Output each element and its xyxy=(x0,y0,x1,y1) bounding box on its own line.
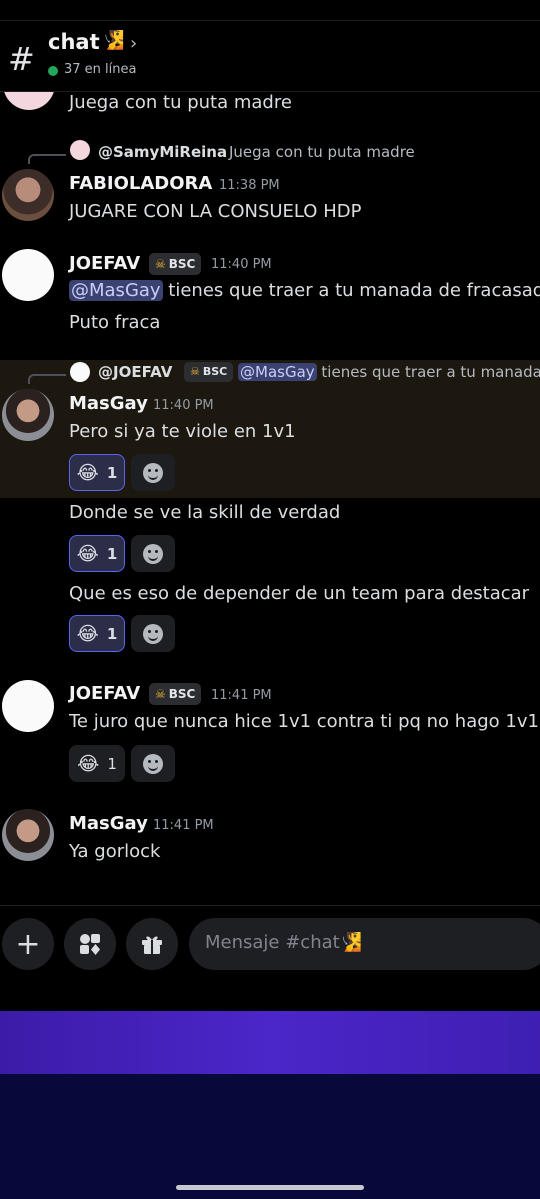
message-text: Ya gorlock xyxy=(69,841,161,862)
smile-icon xyxy=(143,462,163,483)
apps-button[interactable] xyxy=(64,918,116,970)
add-reaction-button[interactable] xyxy=(131,454,175,491)
message-author[interactable]: JOEFAV xyxy=(69,253,140,274)
reply-preview[interactable]: Juega con tu puta madre xyxy=(229,143,415,161)
reply-avatar xyxy=(70,362,90,382)
smile-icon xyxy=(143,623,163,644)
message-author[interactable]: JOEFAV xyxy=(69,683,140,704)
reaction-laugh[interactable]: 😂 1 xyxy=(69,745,125,782)
online-count: 37 en línea xyxy=(64,62,137,77)
reply-preview[interactable]: @MasGay tienes que traer a tu manada xyxy=(238,363,540,381)
status-divider xyxy=(0,20,540,21)
reply-connector xyxy=(28,154,66,164)
reply-avatar xyxy=(70,140,90,160)
message-list[interactable]: Juega con tu puta madre @SamyMiReina Jue… xyxy=(0,92,540,904)
plus-icon: + xyxy=(15,926,41,962)
smile-icon xyxy=(143,753,163,774)
add-reaction-button[interactable] xyxy=(131,535,175,572)
skull-icon: ☠ xyxy=(155,257,166,271)
avatar[interactable] xyxy=(2,809,54,861)
avatar[interactable] xyxy=(2,389,54,441)
message-text: Juega con tu puta madre xyxy=(69,92,292,113)
message-composer: + Mensaje #chat🧏 xyxy=(0,905,540,1011)
skull-icon: ☠ xyxy=(155,687,166,701)
message-text: JUGARE CON LA CONSUELO HDP xyxy=(69,201,362,222)
avatar[interactable] xyxy=(2,169,54,221)
avatar[interactable] xyxy=(2,249,54,301)
message-text: Donde se ve la skill de verdad xyxy=(69,502,341,523)
channel-title[interactable]: chat xyxy=(48,30,100,54)
online-status-icon xyxy=(48,66,58,76)
message-author[interactable]: MasGay xyxy=(69,393,148,414)
gift-button[interactable] xyxy=(126,918,178,970)
user-mention[interactable]: @MasGay xyxy=(238,363,317,381)
reaction-laugh[interactable]: 😂 1 xyxy=(69,535,125,572)
gift-icon xyxy=(142,936,162,954)
message-author[interactable]: MasGay xyxy=(69,813,148,834)
reaction-laugh[interactable]: 😂 1 xyxy=(69,454,125,491)
message-placeholder: Mensaje #chat🧏 xyxy=(205,932,363,953)
channel-emoji: 🧏 xyxy=(102,30,125,51)
message-text: Te juro que nunca hice 1v1 contra ti pq … xyxy=(69,711,540,732)
message-input[interactable]: Mensaje #chat🧏 xyxy=(189,918,540,970)
message-text: @MasGay tienes que traer a tu manada de … xyxy=(69,280,540,301)
message-time: 11:38 PM xyxy=(219,178,280,193)
smile-icon xyxy=(143,543,163,564)
add-attachment-button[interactable]: + xyxy=(2,918,54,970)
reply-author[interactable]: @JOEFAV xyxy=(98,363,172,381)
guild-tag-badge[interactable]: ☠ BSC xyxy=(149,683,202,705)
message-time: 11:41 PM xyxy=(211,688,272,703)
home-indicator[interactable] xyxy=(176,1185,364,1190)
hash-icon: # xyxy=(8,40,35,78)
chevron-right-icon[interactable]: › xyxy=(130,33,137,54)
message-time: 11:40 PM xyxy=(153,398,214,413)
skull-icon: ☠ xyxy=(190,365,200,378)
message-text: Que es eso de depender de un team para d… xyxy=(69,583,530,604)
add-reaction-button[interactable] xyxy=(131,615,175,652)
guild-tag-badge[interactable]: ☠ BSC xyxy=(149,253,202,275)
bottom-background xyxy=(0,1074,540,1199)
avatar[interactable] xyxy=(3,92,55,110)
channel-header[interactable]: # chat 🧏 › 37 en línea xyxy=(0,22,540,92)
message-time: 11:40 PM xyxy=(211,257,272,272)
message-time: 11:41 PM xyxy=(153,818,214,833)
apps-icon xyxy=(80,934,100,955)
avatar[interactable] xyxy=(2,680,54,732)
user-mention[interactable]: @MasGay xyxy=(69,280,163,301)
promo-banner[interactable] xyxy=(0,1011,540,1074)
guild-tag-badge[interactable]: ☠ BSC xyxy=(184,362,234,382)
reply-connector xyxy=(28,374,66,384)
reaction-laugh[interactable]: 😂 1 xyxy=(69,615,125,652)
message-text: Puto fraca xyxy=(69,312,161,333)
add-reaction-button[interactable] xyxy=(131,745,175,782)
message-text: Pero si ya te viole en 1v1 xyxy=(69,421,296,442)
reply-author[interactable]: @SamyMiReina xyxy=(98,143,227,161)
message-author[interactable]: FABIOLADORA xyxy=(69,173,212,194)
